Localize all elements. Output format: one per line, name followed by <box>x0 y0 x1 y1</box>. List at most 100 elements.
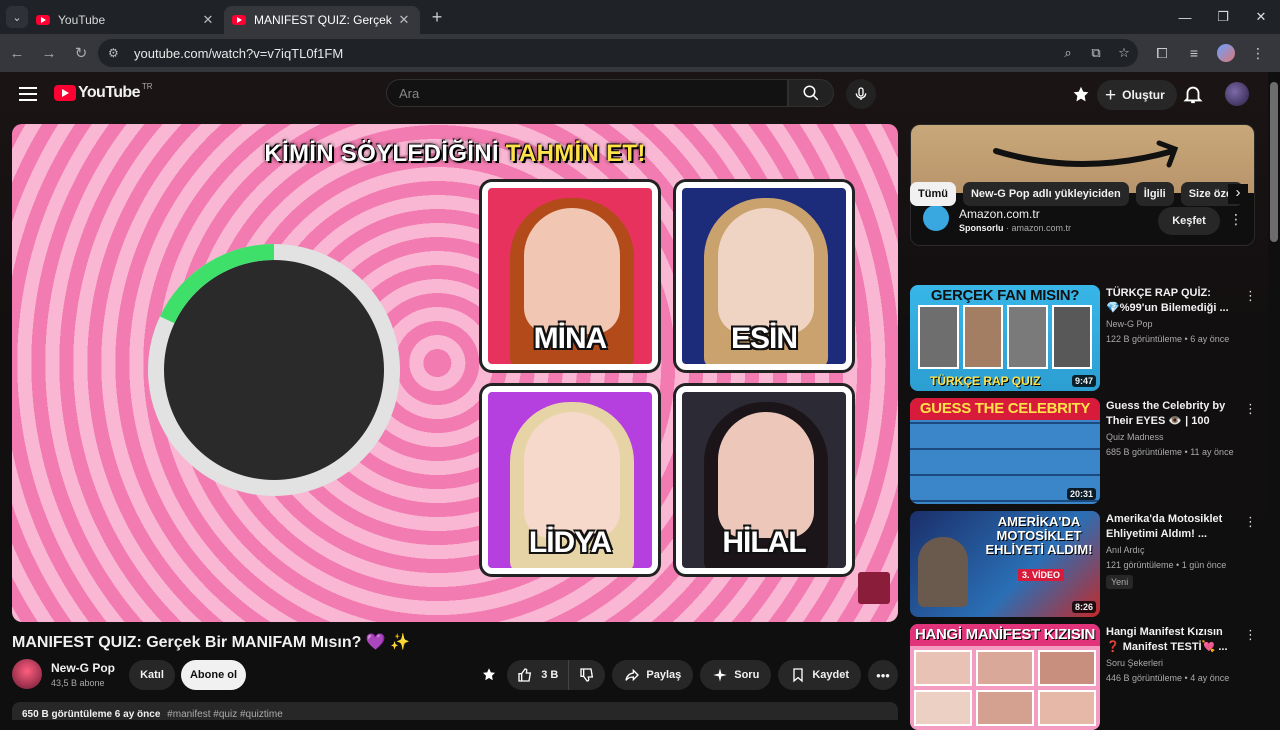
ad-meta: Sponsorlu · amazon.com.tr <box>959 223 1071 233</box>
search-button[interactable] <box>788 79 834 107</box>
advertiser-logo[interactable] <box>923 205 949 231</box>
reload-icon[interactable]: ↻ <box>66 38 96 68</box>
filter-chips: Tümü New-G Pop adlı yükleyiciden İlgili … <box>910 182 1255 206</box>
rec-title[interactable]: Guess the Celebrity by Their EYES 👁️ | 1… <box>1106 399 1238 429</box>
video-thumbnail[interactable]: HANGİ MANİFEST KIZISIN <box>910 624 1100 730</box>
close-tab-icon[interactable]: ✕ <box>200 12 216 28</box>
more-actions-icon[interactable]: ••• <box>868 660 898 690</box>
sponsored-label: Sponsorlu <box>959 223 1004 233</box>
browser-tab-manifest-quiz[interactable]: MANIFEST QUIZ: Gerçek Bir MA ✕ <box>224 6 420 34</box>
youtube-logo[interactable]: YouTube TR <box>54 82 153 102</box>
media-controls-icon[interactable]: ≡ <box>1178 38 1210 68</box>
ad-cta-button[interactable]: Keşfet <box>1158 207 1220 235</box>
rec-title[interactable]: Hangi Manifest Kızısın ❓ Manifest TESTİ💘… <box>1106 625 1238 655</box>
channel-avatar[interactable] <box>12 659 42 689</box>
back-icon[interactable]: ← <box>2 38 32 68</box>
channel-name[interactable]: New-G Pop <box>51 661 115 675</box>
address-bar[interactable]: ⚙ youtube.com/watch?v=v7iqTL0f1FM ⌕ ⧉ ☆ <box>98 39 1138 67</box>
chip-related[interactable]: İlgili <box>1135 182 1174 206</box>
new-tab-icon[interactable]: + <box>424 7 450 28</box>
recommendation-item[interactable]: GERÇEK FAN MISIN? TÜRKÇE RAP QUIZ 9:47 T… <box>910 285 1260 391</box>
share-label: Paylaş <box>646 669 682 681</box>
portrait <box>976 650 1034 686</box>
join-button[interactable]: Katıl <box>129 660 175 690</box>
chip-all[interactable]: Tümü <box>910 182 956 206</box>
chip-from-uploader[interactable]: New-G Pop adlı yükleyiciden <box>962 182 1129 206</box>
channel-watermark[interactable] <box>858 572 890 604</box>
rec-channel[interactable]: Anıl Ardıç <box>1106 545 1145 555</box>
portrait <box>918 305 959 369</box>
video-thumbnail[interactable]: GERÇEK FAN MISIN? TÜRKÇE RAP QUIZ 9:47 <box>910 285 1100 391</box>
forward-icon[interactable]: → <box>34 38 64 68</box>
video-thumbnail[interactable]: GUESS THE CELEBRITY 20:31 <box>910 398 1100 504</box>
rec-meta: 121 görüntüleme • 1 gün önce <box>1106 560 1227 570</box>
browser-tabstrip: ⌄ YouTube ✕ MANIFEST QUIZ: Gerçek Bir MA… <box>0 0 1280 34</box>
browser-menu-icon[interactable]: ⋮ <box>1242 38 1274 68</box>
rec-title[interactable]: TÜRKÇE RAP QUİZ: 💎%99'un Bilemediği ... <box>1106 286 1238 316</box>
browser-tab-youtube[interactable]: YouTube ✕ <box>28 6 224 34</box>
description-box[interactable]: 650 B görüntüleme 6 ay önce #manifest #q… <box>12 702 898 720</box>
advertiser-name[interactable]: Amazon.com.tr <box>959 207 1040 221</box>
create-button[interactable]: + Oluştur <box>1097 80 1177 110</box>
chevron-right-icon[interactable]: › <box>1228 184 1248 204</box>
contestant-name: MİNA <box>533 322 608 355</box>
restore-icon[interactable]: ❐ <box>1204 0 1242 34</box>
contestant-card-3: LİDYA <box>482 386 658 574</box>
zoom-icon[interactable]: ⌕ <box>1054 45 1082 61</box>
dislike-button[interactable] <box>569 660 605 690</box>
contestant-card-1: MİNA <box>482 182 658 370</box>
video-owner-row: New-G Pop 43,5 B abone Katıl Abone ol 3 … <box>12 658 898 694</box>
more-options-icon[interactable]: ⋮ <box>1244 401 1257 417</box>
rec-channel[interactable]: Quiz Madness <box>1106 432 1164 442</box>
premium-star-icon[interactable] <box>1070 84 1092 106</box>
user-avatar[interactable] <box>1225 82 1249 106</box>
install-app-icon[interactable]: ⧉ <box>1082 45 1110 61</box>
like-button[interactable]: 3 B <box>507 660 570 690</box>
minimize-icon[interactable]: — <box>1166 0 1204 34</box>
extensions-icon[interactable]: ⧠ <box>1146 38 1178 68</box>
hashtags[interactable]: #manifest #quiz #quiztime <box>167 709 283 720</box>
video-title: MANIFEST QUIZ: Gerçek Bir MANIFAM Mısın?… <box>12 634 411 651</box>
close-tab-icon[interactable]: ✕ <box>396 12 412 28</box>
video-player[interactable]: KİMİN SÖYLEDİĞİNİ TAHMİN ET! MİNA ESİN L… <box>12 124 898 622</box>
masthead: YouTube TR Ara + Oluştur <box>0 72 1268 116</box>
scrollbar-thumb[interactable] <box>1270 82 1278 242</box>
subscribe-button[interactable]: Abone ol <box>181 660 246 690</box>
countdown-timer <box>148 244 400 496</box>
profile-avatar-icon[interactable] <box>1217 44 1235 62</box>
share-icon <box>625 668 640 682</box>
window-close-icon[interactable]: ✕ <box>1242 0 1280 34</box>
ask-button[interactable]: Soru <box>700 660 772 690</box>
search-input[interactable]: Ara <box>386 79 788 107</box>
toolbar-right: ⧠ ≡ ⋮ <box>1146 38 1274 68</box>
rec-title[interactable]: Amerika'da Motosiklet Ehliyetimi Aldım! … <box>1106 512 1238 542</box>
headline-prefix: KİMİN SÖYLEDİĞİNİ <box>264 140 506 167</box>
ad-more-icon[interactable]: ⋮ <box>1229 211 1243 228</box>
recommendation-item[interactable]: HANGİ MANİFEST KIZISIN Hangi Manifest Kı… <box>910 624 1260 730</box>
rec-meta: 446 B görüntüleme • 4 ay önce <box>1106 673 1230 683</box>
sparkle-icon <box>713 668 727 682</box>
more-options-icon[interactable]: ⋮ <box>1244 288 1257 304</box>
share-button[interactable]: Paylaş <box>612 660 694 690</box>
save-label: Kaydet <box>812 669 849 681</box>
more-options-icon[interactable]: ⋮ <box>1244 627 1257 643</box>
bookmark-star-icon[interactable]: ☆ <box>1110 45 1138 61</box>
face-shape <box>524 412 620 538</box>
premium-star-icon[interactable] <box>478 664 500 686</box>
thumbnail-title: GUESS THE CELEBRITY <box>910 398 1100 420</box>
guide-menu-icon[interactable] <box>16 82 40 106</box>
thumbnail-title: HANGİ MANİFEST KIZISIN <box>910 624 1100 646</box>
url-text[interactable]: youtube.com/watch?v=v7iqTL0f1FM <box>134 46 1054 61</box>
rec-channel[interactable]: Soru Şekerleri <box>1106 658 1163 668</box>
notifications-bell-icon[interactable] <box>1182 83 1204 105</box>
recommendation-item[interactable]: GUESS THE CELEBRITY 20:31 Guess the Cele… <box>910 398 1260 504</box>
recommendation-item[interactable]: AMERİKA'DA MOTOSİKLET EHLİYETİ ALDIM! 3.… <box>910 511 1260 617</box>
rec-channel[interactable]: New-G Pop <box>1106 319 1153 329</box>
save-button[interactable]: Kaydet <box>778 660 861 690</box>
portrait <box>1007 305 1048 369</box>
video-thumbnail[interactable]: AMERİKA'DA MOTOSİKLET EHLİYETİ ALDIM! 3.… <box>910 511 1100 617</box>
voice-search-button[interactable] <box>846 79 876 109</box>
more-options-icon[interactable]: ⋮ <box>1244 514 1257 530</box>
site-info-icon[interactable]: ⚙ <box>108 46 126 60</box>
tab-search-icon[interactable]: ⌄ <box>6 6 28 28</box>
